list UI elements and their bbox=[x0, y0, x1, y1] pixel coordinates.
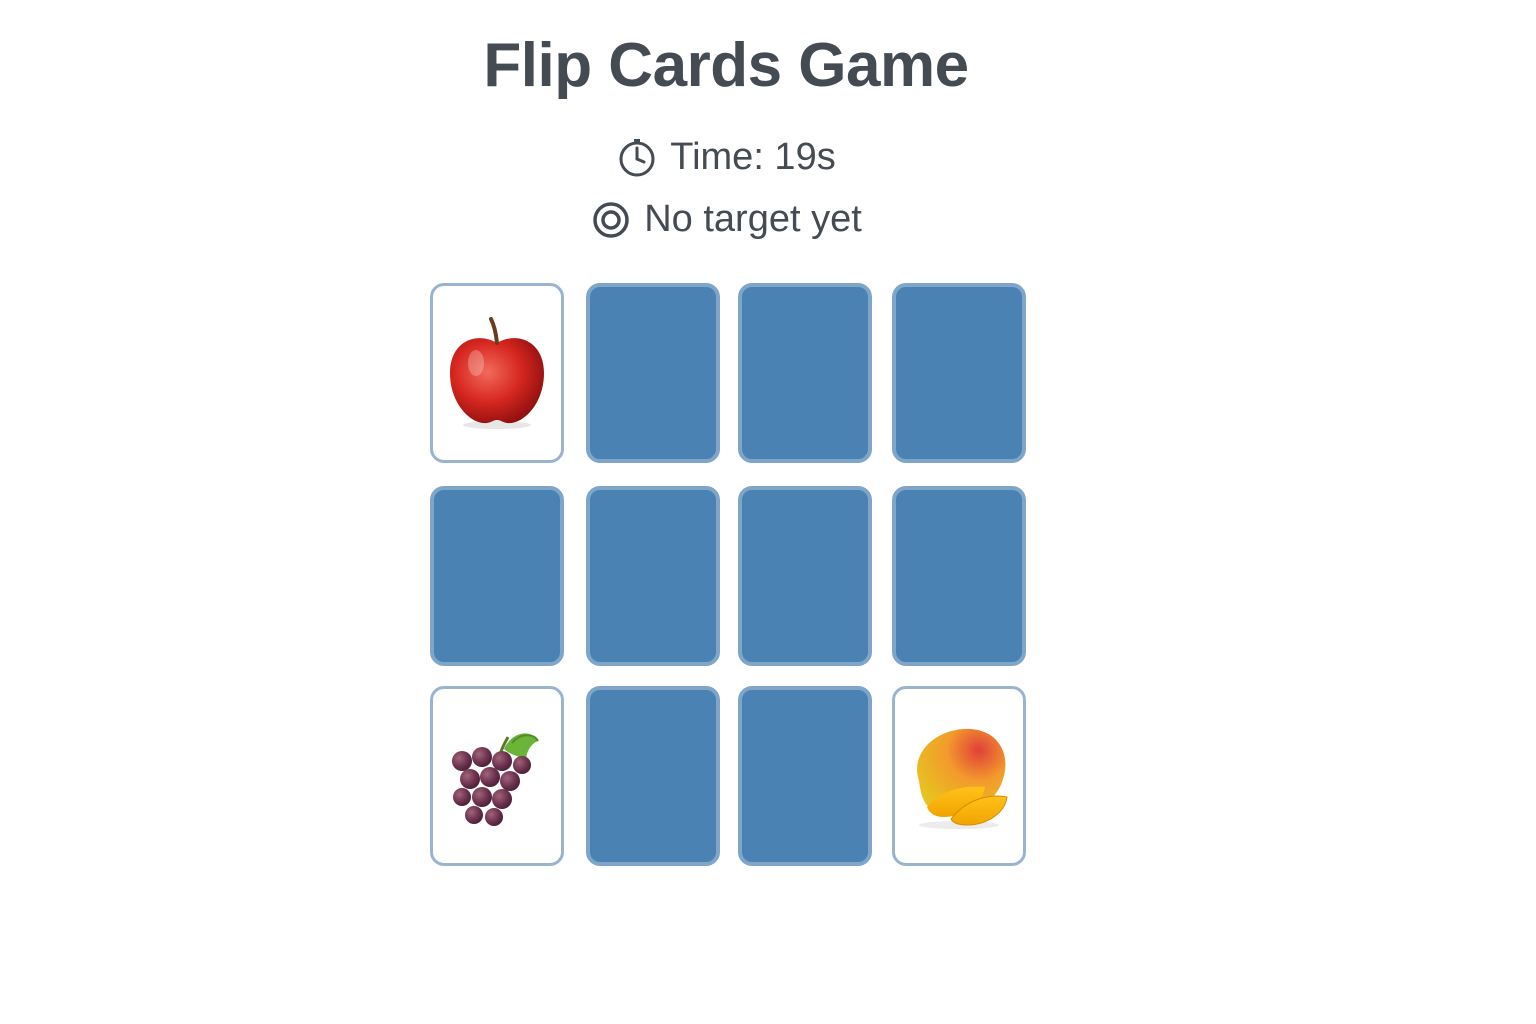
grapes-icon bbox=[442, 721, 552, 831]
card-face-down[interactable] bbox=[586, 486, 720, 666]
stopwatch-icon bbox=[616, 137, 658, 179]
card-face-down[interactable] bbox=[430, 486, 564, 666]
card-face-down[interactable] bbox=[586, 686, 720, 866]
timer-display: Time: 19s bbox=[0, 136, 1452, 179]
target-icon bbox=[590, 199, 632, 241]
page-title: Flip Cards Game bbox=[483, 31, 969, 100]
card-face-down[interactable] bbox=[738, 486, 872, 666]
card-face-down[interactable] bbox=[892, 486, 1026, 666]
card-face-down[interactable] bbox=[738, 686, 872, 866]
card-face-down[interactable] bbox=[892, 283, 1026, 463]
card-grid bbox=[430, 283, 1030, 871]
card-face-up-grapes[interactable] bbox=[430, 686, 564, 866]
mango-icon bbox=[899, 721, 1019, 831]
card-face-down[interactable] bbox=[738, 283, 872, 463]
apple-icon bbox=[442, 313, 552, 433]
target-text: No target yet bbox=[644, 198, 862, 240]
card-face-up-apple[interactable] bbox=[430, 283, 564, 463]
card-face-up-mango[interactable] bbox=[892, 686, 1026, 866]
target-display: No target yet bbox=[0, 198, 1452, 241]
card-face-down[interactable] bbox=[586, 283, 720, 463]
game-page: Flip Cards Game Time: 19s No target yet bbox=[0, 0, 1536, 1024]
timer-text: Time: 19s bbox=[670, 136, 836, 178]
